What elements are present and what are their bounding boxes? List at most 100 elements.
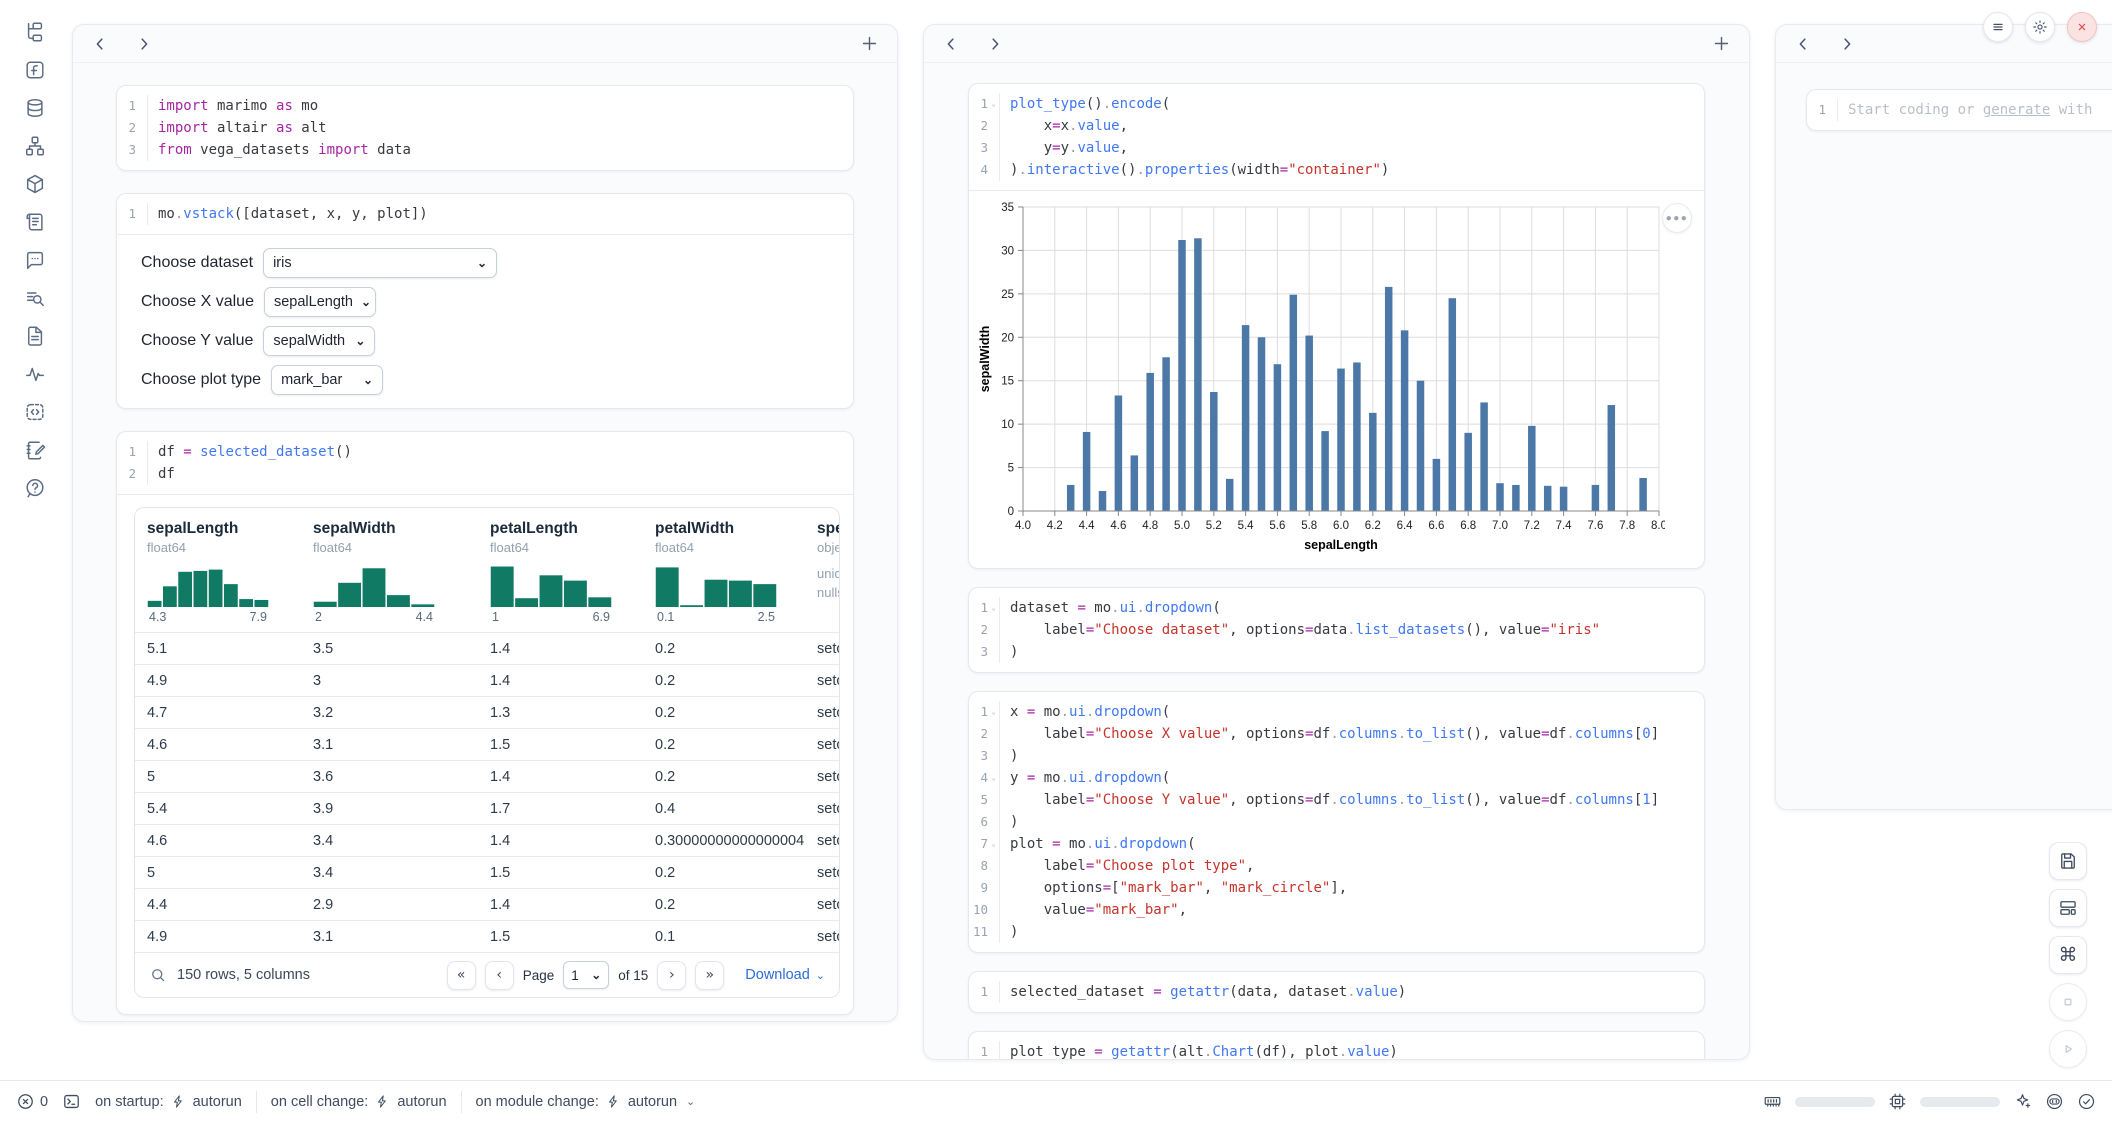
table-row[interactable]: 5.43.91.70.4setosa	[135, 792, 839, 824]
table-row[interactable]: 53.61.40.2setosa	[135, 760, 839, 792]
table-row[interactable]: 4.42.91.40.2setosa	[135, 888, 839, 920]
close-icon[interactable]	[2067, 12, 2097, 42]
first-page-button[interactable]: «	[447, 961, 476, 990]
chart-menu-icon[interactable]: ●●●	[1662, 203, 1692, 233]
sidebar-item-snippets-icon[interactable]	[23, 324, 47, 348]
add-cell-icon[interactable]	[1712, 34, 1731, 53]
code-line: 1⌄plot_type().encode(	[969, 93, 1704, 115]
column-header-species[interactable]: speciesobjectunique:nulls:	[805, 520, 839, 624]
svg-text:7.0: 7.0	[1492, 520, 1508, 532]
sidebar-item-search-list-icon[interactable]	[23, 286, 47, 310]
line-gutter: 3	[117, 139, 147, 161]
run-config-3[interactable]: on module change:autorun⌄	[476, 1094, 696, 1110]
line-gutter: 6	[969, 811, 999, 833]
run-config-2[interactable]: on cell change:autorun	[271, 1094, 447, 1110]
download-button[interactable]: Download ⌄	[745, 967, 825, 983]
code-editor-selected-dataset[interactable]: 1selected_dataset = getattr(data, datase…	[969, 972, 1704, 1012]
table-footer: 150 rows, 5 columns « ‹ Page 1 ⌄ of 15 ›	[135, 952, 839, 997]
table-row[interactable]: 4.93.11.50.1setosa	[135, 920, 839, 952]
chevron-left-icon[interactable]	[91, 35, 109, 53]
column-histogram	[490, 561, 612, 607]
terminal-icon[interactable]	[62, 1092, 81, 1111]
sidebar-item-code-block-icon[interactable]	[23, 400, 47, 424]
code-editor-df[interactable]: 1df = selected_dataset()2df	[117, 432, 853, 494]
sidebar-item-database-icon[interactable]	[23, 96, 47, 120]
column-header-petalLength[interactable]: petalLengthfloat6416.9	[478, 520, 643, 624]
page-select[interactable]: 1 ⌄	[563, 961, 609, 989]
table-row[interactable]: 4.63.41.40.30000000000000004setosa	[135, 824, 839, 856]
column-header-sepalWidth[interactable]: sepalWidthfloat6424.4	[301, 520, 478, 624]
table-row[interactable]: 5.13.51.40.2setosa	[135, 632, 839, 664]
add-cell-icon[interactable]	[860, 34, 879, 53]
table-row[interactable]: 4.931.40.2setosa	[135, 664, 839, 696]
search-icon[interactable]	[149, 966, 167, 984]
copilot-icon[interactable]	[2045, 1092, 2064, 1111]
dropdown-label: Choose Y value	[141, 332, 253, 350]
sidebar-item-tracing-icon[interactable]	[23, 362, 47, 386]
chevron-left-icon[interactable]	[942, 35, 960, 53]
settings-gear-icon[interactable]	[2025, 12, 2055, 42]
chevron-down-icon: ⌄	[363, 373, 373, 387]
chart-output: 4.04.24.44.64.85.05.25.45.65.86.06.26.46…	[969, 190, 1704, 568]
sidebar-item-chat-icon[interactable]	[23, 248, 47, 272]
code-editor-imports[interactable]: 1import marimo as mo2import altair as al…	[117, 86, 853, 170]
sidebar-item-dependency-graph-icon[interactable]	[23, 134, 47, 158]
lightning-bolt-icon	[606, 1094, 621, 1109]
table-cell: 0.2	[643, 865, 805, 881]
choose-plot-type-select[interactable]: mark_bar⌄	[271, 365, 383, 395]
stop-icon[interactable]	[2049, 983, 2087, 1021]
sidebar-item-packages-icon[interactable]	[23, 172, 47, 196]
table-cell: setosa	[805, 833, 839, 849]
code-editor-dataset[interactable]: 1⌄dataset = mo.ui.dropdown(2 label="Choo…	[969, 588, 1704, 672]
chevron-right-icon[interactable]	[135, 35, 153, 53]
code-text: df = selected_dataset()	[147, 441, 853, 463]
sidebar-item-logs-icon[interactable]	[23, 210, 47, 234]
column-header-petalWidth[interactable]: petalWidthfloat640.12.5	[643, 520, 805, 624]
prev-page-button[interactable]: ‹	[485, 961, 514, 990]
generate-link[interactable]: generate	[1983, 102, 2050, 118]
next-page-button[interactable]: ›	[657, 961, 686, 990]
choose-x-value-select[interactable]: sepalLength⌄	[264, 287, 376, 317]
table-cell: 0.2	[643, 769, 805, 785]
code-line: 3 y=y.value,	[969, 137, 1704, 159]
chevron-down-icon: ⌄	[477, 256, 487, 270]
run-config-1[interactable]: on startup:autorun	[95, 1094, 242, 1110]
error-count-badge[interactable]: 0	[16, 1092, 48, 1111]
sidebar-item-help-icon[interactable]	[23, 476, 47, 500]
run-icon[interactable]	[2049, 1030, 2087, 1068]
code-editor-plot-type[interactable]: 1plot_type = getattr(alt.Chart(df), plot…	[969, 1032, 1704, 1060]
control-row: Choose datasetiris⌄	[141, 248, 829, 278]
layout-icon[interactable]	[2049, 889, 2087, 927]
keyboard-shortcuts-icon[interactable]: ⌘	[2049, 936, 2087, 974]
altair-bar-chart[interactable]: 4.04.24.44.64.85.05.25.45.65.86.06.26.46…	[977, 199, 1665, 559]
connection-check-icon[interactable]	[2077, 1092, 2096, 1111]
code-editor-plot[interactable]: 1⌄plot_type().encode(2 x=x.value,3 y=y.v…	[969, 84, 1704, 190]
sidebar-item-scratchpad-icon[interactable]	[23, 438, 47, 462]
sidebar-item-functions-icon[interactable]	[23, 58, 47, 82]
chevron-right-icon[interactable]	[1838, 35, 1856, 53]
table-row[interactable]: 4.63.11.50.2setosa	[135, 728, 839, 760]
svg-text:6.0: 6.0	[1333, 520, 1349, 532]
table-row[interactable]: 4.73.21.30.2setosa	[135, 696, 839, 728]
code-text: y = mo.ui.dropdown(	[999, 767, 1704, 789]
table-summary: 150 rows, 5 columns	[177, 967, 310, 983]
cpu-usage-meter	[1920, 1097, 2000, 1107]
line-gutter: 1	[969, 1041, 999, 1060]
choose-y-value-select[interactable]: sepalWidth⌄	[263, 326, 375, 356]
last-page-button[interactable]: »	[695, 961, 724, 990]
table-row[interactable]: 53.41.50.2setosa	[135, 856, 839, 888]
menu-icon[interactable]	[1983, 12, 2013, 42]
chevron-right-icon[interactable]	[986, 35, 1004, 53]
code-editor-vstack[interactable]: 1mo.vstack([dataset, x, y, plot])	[117, 194, 853, 234]
choose-dataset-select[interactable]: iris⌄	[263, 248, 497, 278]
code-editor-empty[interactable]: 1 Start coding or generate with	[1807, 90, 2112, 130]
table-cell: 5	[135, 769, 301, 785]
ai-sparkles-icon[interactable]	[2013, 1092, 2032, 1111]
code-editor-xy-plot[interactable]: 1⌄x = mo.ui.dropdown(2 label="Choose X v…	[969, 692, 1704, 952]
chevron-left-icon[interactable]	[1794, 35, 1812, 53]
save-icon[interactable]	[2049, 842, 2087, 880]
svg-text:25: 25	[1001, 289, 1014, 301]
column-header-sepalLength[interactable]: sepalLengthfloat644.37.9	[135, 520, 301, 624]
sidebar-item-file-tree-icon[interactable]	[23, 20, 47, 44]
table-cell: 0.2	[643, 897, 805, 913]
